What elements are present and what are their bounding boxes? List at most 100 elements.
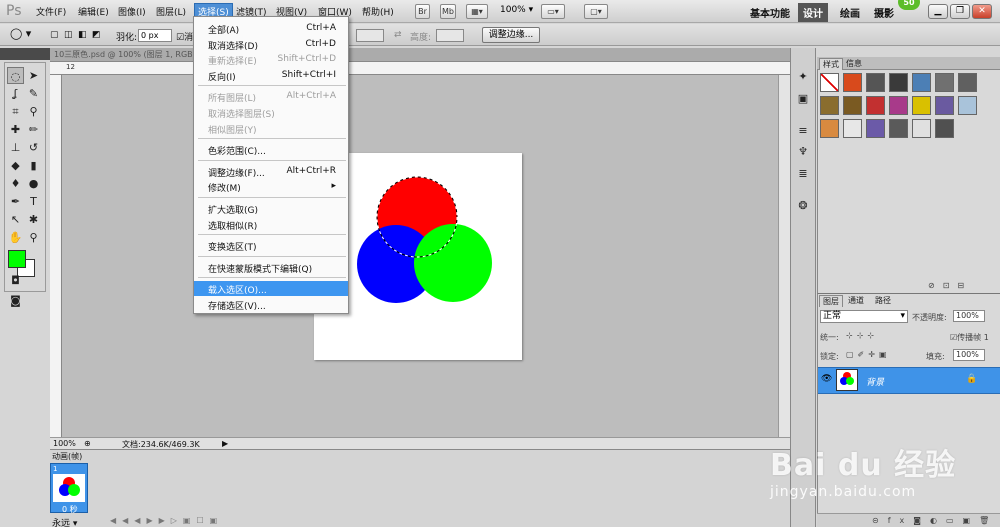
style-swatch[interactable] xyxy=(843,73,862,92)
healing-tool-icon[interactable]: ✚ xyxy=(7,121,24,138)
path-select-tool-icon[interactable]: ↖ xyxy=(7,211,24,228)
select-menu-item[interactable]: 反向(I) Shift+Ctrl+I xyxy=(194,68,348,83)
gradient-tool-icon[interactable]: ▮ xyxy=(25,157,42,174)
style-swatch[interactable] xyxy=(912,96,931,115)
quick-mask-icon[interactable]: ◙ xyxy=(7,292,24,309)
menu-image[interactable]: 图像(I) xyxy=(118,5,146,18)
animation-tab[interactable]: 动画(帧) xyxy=(52,451,82,462)
stamp-tool-icon[interactable]: ⊥ xyxy=(7,139,24,156)
loop-select[interactable]: 永远 ▾ xyxy=(52,516,77,527)
swap-icon[interactable]: ⇄ xyxy=(394,30,402,40)
no-style-swatch[interactable] xyxy=(820,73,839,92)
style-swatch[interactable] xyxy=(866,96,885,115)
histogram-icon[interactable]: ▣ xyxy=(796,92,810,106)
style-swatch[interactable] xyxy=(912,119,931,138)
animation-controls[interactable]: ◀◀◀▶▶▷▣☐▣ xyxy=(110,516,223,525)
workspace-design[interactable]: 设计 xyxy=(798,3,828,22)
character-icon[interactable]: ≣ xyxy=(796,167,810,181)
marquee-preset-icon[interactable]: ◯ ▾ xyxy=(10,27,31,40)
blur-tool-icon[interactable]: ♦ xyxy=(7,175,24,192)
zoom-status-icon[interactable]: ⊕ xyxy=(84,439,91,448)
close-window-button[interactable]: ✕ xyxy=(972,4,992,19)
brushes-icon[interactable]: ♆ xyxy=(796,145,810,159)
hand-tool-icon[interactable]: ✋ xyxy=(7,229,24,246)
actions-icon[interactable]: ≡ xyxy=(796,124,810,138)
blend-mode-select[interactable]: 正常 ▾ xyxy=(820,310,908,323)
default-colors-icon[interactable]: ◘ xyxy=(7,272,24,289)
menu-layer[interactable]: 图层(L) xyxy=(156,5,186,18)
select-menu-item[interactable]: 色彩范围(C)... xyxy=(194,142,348,157)
document-tab[interactable]: 10三原色.psd @ 100% (图层 1, RGB xyxy=(54,49,193,60)
tab-channels[interactable]: 通道 xyxy=(845,295,867,306)
brush-tool-icon[interactable]: ✏ xyxy=(25,121,42,138)
style-swatch[interactable] xyxy=(820,96,839,115)
select-menu-item[interactable]: 载入选区(O)... xyxy=(194,281,348,297)
select-menu-item[interactable]: 调整边缘(F)... Alt+Ctrl+R xyxy=(194,164,348,179)
quick-select-tool-icon[interactable]: ✎ xyxy=(25,85,42,102)
fill-input[interactable]: 100% xyxy=(953,349,985,361)
select-menu-item[interactable]: 修改(M) ▸ xyxy=(194,179,348,194)
eraser-tool-icon[interactable]: ◆ xyxy=(7,157,24,174)
style-swatch[interactable] xyxy=(935,119,954,138)
frame-delay[interactable]: 0 秒 xyxy=(62,504,78,515)
select-menu-item[interactable]: 扩大选取(G) xyxy=(194,201,348,216)
style-swatch[interactable] xyxy=(912,73,931,92)
opacity-input[interactable]: 100% xyxy=(953,310,985,322)
arrange-docs-button[interactable]: ▭▾ xyxy=(541,4,565,19)
select-menu-item[interactable]: 取消选择(D) Ctrl+D xyxy=(194,37,348,52)
crop-tool-icon[interactable]: ⌗ xyxy=(7,103,24,120)
workspace-photography[interactable]: 摄影 xyxy=(874,5,894,20)
propagate-checkbox[interactable]: ☑传播帧 1 xyxy=(950,332,989,343)
foreground-color-swatch[interactable] xyxy=(8,250,26,268)
dodge-tool-icon[interactable]: ● xyxy=(25,175,42,192)
style-swatch[interactable] xyxy=(889,73,908,92)
select-menu-item[interactable]: 变换选区(T) xyxy=(194,238,348,253)
menu-edit[interactable]: 编辑(E) xyxy=(78,5,109,18)
pen-tool-icon[interactable]: ✒ xyxy=(7,193,24,210)
tab-info[interactable]: 信息 xyxy=(843,58,865,69)
zoom-select[interactable]: 100% ▾ xyxy=(500,5,533,15)
minibridge-button[interactable]: Mb xyxy=(440,4,456,19)
tab-paths[interactable]: 路径 xyxy=(872,295,894,306)
bridge-button[interactable]: Br xyxy=(415,4,430,19)
history-brush-tool-icon[interactable]: ↺ xyxy=(25,139,42,156)
lock-icons[interactable]: ▢✐✛▣ xyxy=(846,350,891,359)
zoom-status[interactable]: 100% xyxy=(53,439,76,448)
style-swatch[interactable] xyxy=(958,96,977,115)
style-swatch[interactable] xyxy=(843,96,862,115)
style-swatch[interactable] xyxy=(866,73,885,92)
menu-file[interactable]: 文件(F) xyxy=(36,5,66,18)
layers-footer-icons[interactable]: ⊝fx◙◐▭▣🗑 xyxy=(817,513,1000,527)
style-swatch[interactable] xyxy=(935,96,954,115)
eyedropper-tool-icon[interactable]: ⚲ xyxy=(25,103,42,120)
lasso-tool-icon[interactable]: ʆ xyxy=(7,85,24,102)
restore-button[interactable]: ❐ xyxy=(950,4,970,19)
select-menu-item[interactable]: 选取相似(R) xyxy=(194,217,348,232)
unify-icons[interactable]: ⊹⊹⊹ xyxy=(846,331,878,340)
navigator-icon[interactable]: ✦ xyxy=(796,70,810,84)
style-swatch[interactable] xyxy=(935,73,954,92)
view-extras-button[interactable]: ▦▾ xyxy=(466,4,488,19)
style-swatch[interactable] xyxy=(866,119,885,138)
workspace-painting[interactable]: 绘画 xyxy=(840,5,860,20)
workspace-essentials[interactable]: 基本功能 xyxy=(750,5,790,20)
refine-edge-button[interactable]: 调整边缘... xyxy=(482,27,540,43)
style-swatch[interactable] xyxy=(889,119,908,138)
add-selection-icon[interactable]: ◫ xyxy=(64,30,73,40)
marquee-tool-icon[interactable]: ◌ xyxy=(7,67,24,84)
feather-input[interactable]: 0 px xyxy=(138,29,172,42)
layer-name[interactable]: 背景 xyxy=(866,375,884,388)
width-input[interactable] xyxy=(356,29,384,42)
select-menu-item[interactable]: 在快速蒙版模式下编辑(Q) xyxy=(194,260,348,275)
move-tool-icon[interactable]: ➤ xyxy=(25,67,42,84)
eye-icon[interactable]: 👁 xyxy=(821,374,832,384)
intersect-selection-icon[interactable]: ◩ xyxy=(92,30,101,40)
tab-styles[interactable]: 样式 xyxy=(819,58,843,70)
type-tool-icon[interactable]: T xyxy=(25,193,42,210)
style-swatch[interactable] xyxy=(843,119,862,138)
status-menu-arrow-icon[interactable]: ▶ xyxy=(222,439,228,448)
menu-help[interactable]: 帮助(H) xyxy=(362,5,394,18)
zoom-tool-icon[interactable]: ⚲ xyxy=(25,229,42,246)
tab-layers[interactable]: 图层 xyxy=(819,295,843,307)
shape-tool-icon[interactable]: ✱ xyxy=(25,211,42,228)
